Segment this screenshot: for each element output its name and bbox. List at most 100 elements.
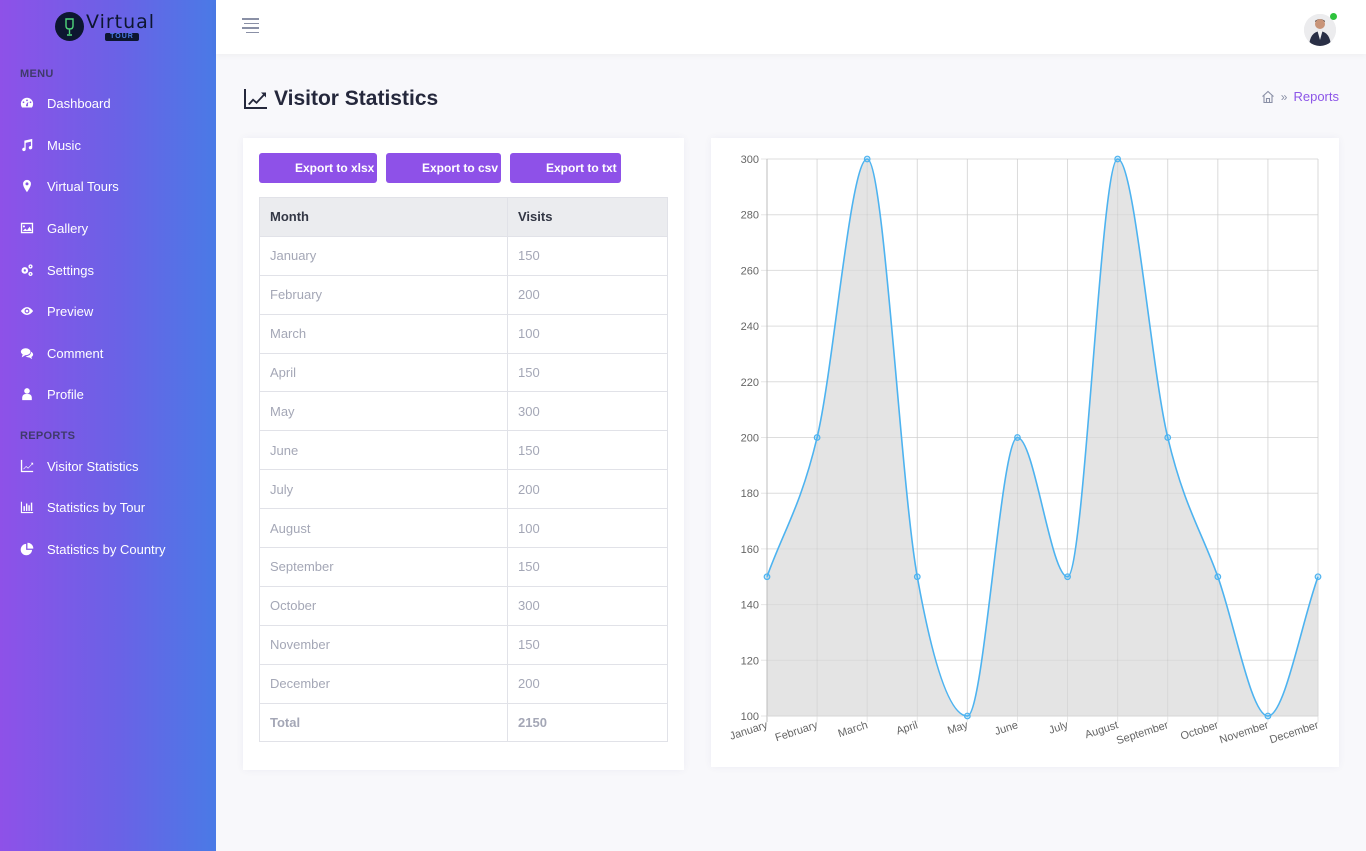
y-tick-label: 140: [741, 600, 759, 612]
data-point: [813, 434, 821, 441]
total-label-cell: Total: [259, 702, 508, 743]
data-point: [1314, 573, 1322, 581]
visits-cell: 150: [507, 352, 668, 393]
month-cell: March: [259, 313, 508, 354]
sidebar-item-label: Gallery: [47, 220, 89, 236]
month-cell: February: [259, 274, 508, 315]
visits-cell: 200: [507, 469, 668, 510]
visits-cell: 150: [507, 430, 668, 471]
sidebar-item-preview[interactable]: Preview: [0, 296, 216, 326]
y-tick-label: 280: [741, 210, 759, 222]
sidebar-item-dashboard[interactable]: Dashboard: [0, 88, 216, 118]
table-row: September 150: [259, 547, 668, 587]
sidebar-item-gallery[interactable]: Gallery: [0, 213, 216, 243]
visits-cell: 150: [507, 624, 668, 665]
sidebar-item-statistics-by-country[interactable]: Statistics by Country: [0, 534, 216, 564]
sidebar-item-label: Virtual Tours: [47, 178, 119, 194]
top-bar: [216, 0, 1366, 54]
x-tick-label: April: [895, 719, 920, 737]
sidebar-item-statistics-by-tour[interactable]: Statistics by Tour: [0, 492, 216, 522]
wine-glass-icon: [65, 18, 74, 36]
sidebar-item-label: Comment: [47, 345, 104, 361]
table-row: February 200: [259, 274, 668, 315]
pie-chart-icon: [20, 542, 34, 556]
visits-cell: 200: [507, 663, 668, 704]
table-row: January 150: [259, 235, 668, 276]
x-tick-label: March: [837, 719, 870, 740]
column-header-visits[interactable]: Visits: [507, 197, 668, 237]
y-tick-label: 260: [741, 265, 759, 277]
y-tick-label: 240: [741, 321, 759, 333]
visits-cell: 200: [507, 274, 668, 315]
column-header-month[interactable]: Month: [259, 197, 508, 237]
map-marker-icon: [20, 179, 34, 193]
export-txt-button[interactable]: Export to txt: [510, 153, 621, 183]
page-heading: Visitor Statistics: [274, 87, 439, 110]
breadcrumb-separator-icon: »: [1280, 89, 1288, 104]
data-point: [1214, 573, 1222, 581]
table-row: December 200: [259, 663, 668, 704]
month-cell: April: [259, 352, 508, 393]
user-icon: [20, 387, 34, 401]
visits-line-chart: 100120140160180200220240260280300January…: [728, 154, 1322, 747]
month-cell: August: [259, 508, 508, 549]
sidebar-item-label: Dashboard: [47, 95, 111, 111]
export-xlsx-button[interactable]: Export to xlsx: [259, 153, 377, 183]
visits-table: Month Visits January 150 February 200 March 1…: [259, 197, 668, 743]
data-point: [1114, 155, 1122, 163]
y-tick-label: 100: [741, 711, 759, 723]
table-row: November 150: [259, 624, 668, 665]
month-cell: January: [259, 235, 508, 276]
data-point: [763, 573, 771, 581]
sidebar-item-label: Music: [47, 137, 81, 153]
sidebar-item-label: Preview: [47, 303, 94, 319]
sidebar-item-profile[interactable]: Profile: [0, 379, 216, 409]
y-tick-label: 180: [741, 488, 759, 500]
month-cell: September: [259, 547, 508, 587]
comments-icon: [20, 346, 34, 360]
visits-cell: 150: [507, 235, 668, 276]
x-tick-label: July: [1047, 719, 1070, 737]
export-csv-button[interactable]: Export to csv: [386, 153, 501, 183]
data-point: [1064, 573, 1071, 581]
table-header-row: Month Visits: [259, 197, 668, 237]
line-chart-icon: [244, 89, 267, 109]
table-row: March 100: [259, 313, 668, 354]
x-tick-label: June: [993, 719, 1019, 738]
visits-cell: 100: [507, 313, 668, 354]
table-row: June 150: [259, 430, 668, 471]
month-cell: December: [259, 663, 508, 704]
image-icon: [20, 221, 34, 235]
x-tick-label: February: [774, 719, 820, 744]
brand-logo[interactable]: Virtual TOUR: [55, 11, 167, 45]
x-tick-label: August: [1084, 719, 1120, 741]
month-cell: October: [259, 585, 508, 626]
bar-chart-icon: [20, 500, 34, 514]
table-total-row: Total 2150: [259, 702, 668, 743]
sidebar-item-label: Settings: [47, 262, 94, 278]
total-value-cell: 2150: [507, 702, 668, 743]
menu-heading: MENU: [20, 68, 54, 80]
sidebar-item-label: Visitor Statistics: [47, 458, 139, 474]
sidebar-item-settings[interactable]: Settings: [0, 255, 216, 285]
x-tick-label: October: [1179, 719, 1220, 743]
logo-emblem: [55, 12, 84, 41]
visits-chart-card: 100 120 140 160 180 200 220 240 260 280 300 January…: [711, 138, 1339, 767]
breadcrumb-reports[interactable]: Reports: [1293, 89, 1339, 104]
month-cell: July: [259, 469, 508, 510]
line-chart-icon: [20, 459, 34, 473]
y-tick-label: 160: [741, 544, 759, 556]
x-tick-label: November: [1218, 719, 1270, 746]
data-point: [963, 712, 971, 720]
sidebar-item-music[interactable]: Music: [0, 130, 216, 160]
sidebar-item-visitor-statistics[interactable]: Visitor Statistics: [0, 451, 216, 481]
home-icon[interactable]: [1261, 90, 1275, 104]
sidebar-item-virtual-tours[interactable]: Virtual Tours: [0, 171, 216, 201]
visits-cell: 300: [507, 391, 668, 432]
visits-cell: 150: [507, 547, 668, 587]
sidebar-item-comment[interactable]: Comment: [0, 338, 216, 368]
data-point: [1164, 434, 1172, 441]
menu-toggle-icon[interactable]: [242, 18, 259, 33]
sidebar: Virtual TOUR MENU Dashboard Music Virtua…: [0, 0, 216, 851]
data-point: [1014, 434, 1021, 441]
